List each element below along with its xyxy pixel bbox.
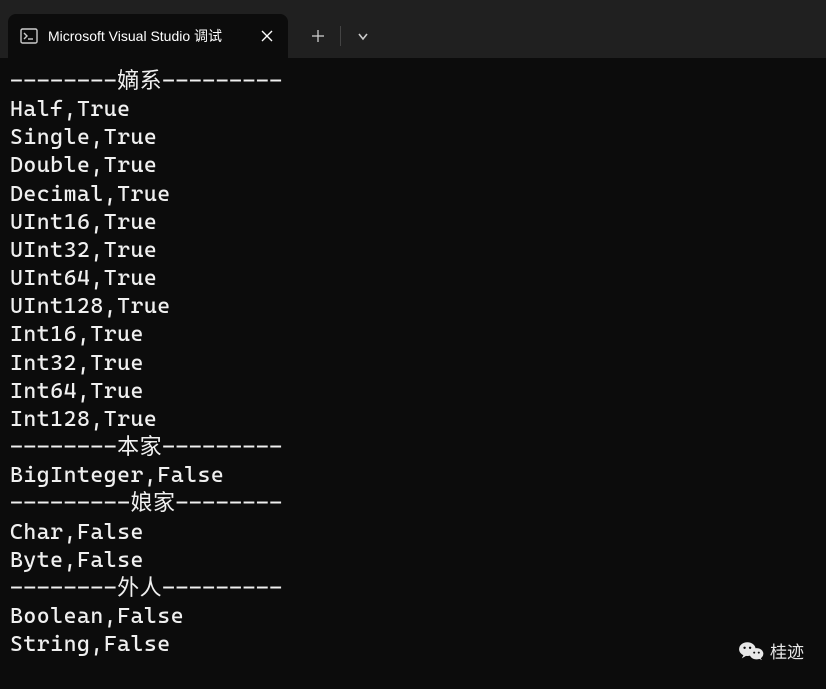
terminal-line: Half,True [10,96,816,124]
terminal-line: Int32,True [10,350,816,378]
terminal-line: Byte,False [10,547,816,575]
terminal-line: Int16,True [10,321,816,349]
terminal-line: --------本家--------- [10,434,816,462]
terminal-line: Int64,True [10,378,816,406]
terminal-line: String,False [10,631,816,659]
terminal-line: Single,True [10,124,816,152]
new-tab-button[interactable] [296,14,340,58]
terminal-line: Char,False [10,519,816,547]
terminal-line: Decimal,True [10,181,816,209]
close-tab-button[interactable] [258,27,276,45]
terminal-line: UInt128,True [10,293,816,321]
tab-dropdown-button[interactable] [341,14,385,58]
terminal-line: UInt16,True [10,209,816,237]
titlebar-actions [288,14,385,58]
terminal-line: BigInteger,False [10,462,816,490]
terminal-line: --------外人--------- [10,575,816,603]
tab-title: Microsoft Visual Studio 调试 [48,26,240,46]
terminal-line: ---------娘家-------- [10,490,816,518]
terminal-line: Boolean,False [10,603,816,631]
terminal-line: Double,True [10,152,816,180]
terminal-line: --------嫡系--------- [10,68,816,96]
terminal-output: --------嫡系---------Half,TrueSingle,TrueD… [0,58,826,659]
terminal-icon [20,27,38,45]
terminal-line: Int128,True [10,406,816,434]
window-titlebar: Microsoft Visual Studio 调试 [0,0,826,58]
active-tab[interactable]: Microsoft Visual Studio 调试 [8,14,288,58]
terminal-line: UInt64,True [10,265,816,293]
terminal-line: UInt32,True [10,237,816,265]
watermark: 桂迹 [738,638,804,663]
wechat-icon [738,640,764,662]
watermark-text: 桂迹 [770,638,804,663]
